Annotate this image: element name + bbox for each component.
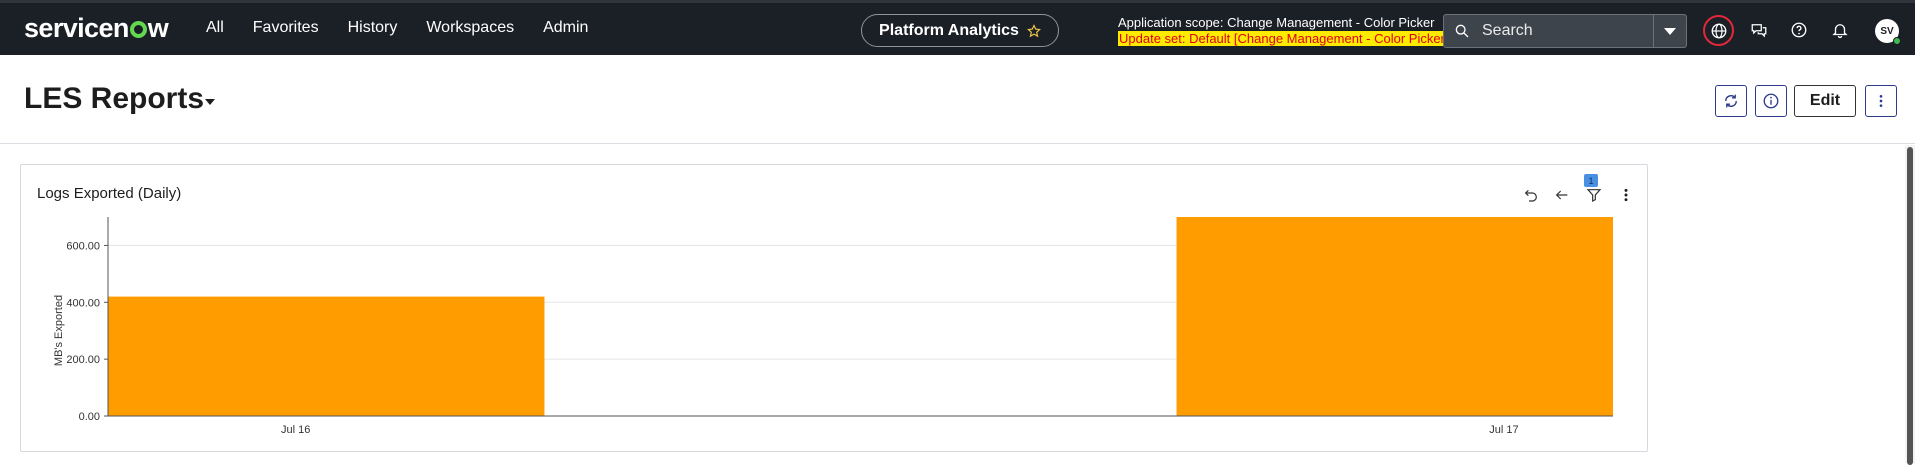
info-button[interactable]	[1755, 85, 1787, 117]
filter-icon	[1586, 189, 1602, 202]
report-menu-button[interactable]	[1616, 185, 1636, 205]
more-options-button[interactable]	[1865, 85, 1897, 117]
vertical-dots-icon	[1624, 188, 1628, 202]
globe-icon	[1711, 23, 1726, 38]
servicenow-logo[interactable]: servicen w	[24, 13, 169, 44]
avatar-initials: SV	[1880, 25, 1894, 37]
chat-icon	[1751, 24, 1767, 38]
language-globe-button[interactable]	[1703, 15, 1734, 46]
report-title: Logs Exported (Daily)	[37, 185, 182, 202]
arrow-left-icon	[1555, 190, 1568, 200]
help-button[interactable]	[1788, 19, 1810, 41]
online-status-dot	[1893, 37, 1901, 45]
x-tick-label: Jul 16	[281, 424, 310, 436]
search-icon	[1455, 24, 1469, 38]
page-header: LES Reports Edit	[0, 55, 1915, 144]
y-tick-label: 200.00	[66, 354, 100, 366]
user-avatar[interactable]: SV	[1875, 19, 1901, 45]
scope-text: Application scope: Change Management - C…	[1118, 15, 1435, 30]
search-input[interactable]: Search	[1482, 22, 1653, 40]
title-caret-down-icon[interactable]	[204, 98, 216, 106]
bell-icon	[1832, 24, 1848, 39]
page-scrollbar[interactable]	[1905, 145, 1915, 465]
bar-jul-16[interactable]	[108, 296, 545, 416]
nav-favorites[interactable]: Favorites	[253, 19, 319, 37]
scrollbar-thumb[interactable]	[1907, 147, 1913, 465]
update-set-text: Update set: Default [Change Management -…	[1118, 31, 1450, 46]
vertical-dots-icon	[1879, 95, 1883, 107]
global-search[interactable]: Search	[1443, 14, 1687, 48]
caret-down-icon	[1664, 27, 1676, 35]
undo-button[interactable]	[1521, 185, 1541, 205]
refresh-button[interactable]	[1715, 85, 1747, 117]
nav-all[interactable]: All	[206, 19, 224, 37]
application-scope-info[interactable]: Application scope: Change Management - C…	[1118, 15, 1450, 47]
refresh-icon	[1725, 94, 1737, 108]
back-button[interactable]	[1552, 185, 1572, 205]
undo-icon	[1524, 189, 1537, 202]
app-pill-button[interactable]: Platform Analytics	[861, 14, 1059, 47]
y-tick-label: 600.00	[66, 240, 100, 252]
page-title: LES Reports	[24, 82, 205, 115]
chart-bars	[108, 217, 1613, 416]
search-dropdown-button[interactable]	[1653, 15, 1686, 47]
filter-button[interactable]	[1584, 185, 1604, 205]
bar-chart: 0.00 200.00 400.00 600.00 Jul 16 Jul 17 MB's E…	[53, 217, 1613, 436]
app-pill-label: Platform Analytics	[879, 21, 1019, 39]
nav-menu: All Favorites History Workspaces Admin	[206, 19, 617, 37]
star-icon[interactable]	[1026, 23, 1041, 38]
nav-admin[interactable]: Admin	[543, 19, 588, 37]
y-tick-label: 0.00	[79, 411, 100, 423]
y-axis-label: MB's Exported	[53, 295, 65, 366]
report-card: Logs Exported (Daily) 1 0.00 200.00 400.00…	[20, 164, 1648, 452]
x-tick-label: Jul 17	[1489, 424, 1518, 436]
nav-workspaces[interactable]: Workspaces	[426, 19, 514, 37]
y-tick-label: 400.00	[66, 297, 100, 309]
nav-history[interactable]: History	[348, 19, 398, 37]
chat-button[interactable]	[1748, 19, 1770, 41]
notifications-button[interactable]	[1829, 19, 1851, 41]
filter-count-badge: 1	[1584, 174, 1598, 187]
help-icon	[1791, 22, 1807, 38]
bar-jul-17[interactable]	[1176, 217, 1613, 416]
edit-button[interactable]: Edit	[1794, 85, 1856, 117]
info-icon	[1763, 93, 1779, 109]
top-nav: servicen w All Favorites History Workspac…	[0, 0, 1915, 55]
